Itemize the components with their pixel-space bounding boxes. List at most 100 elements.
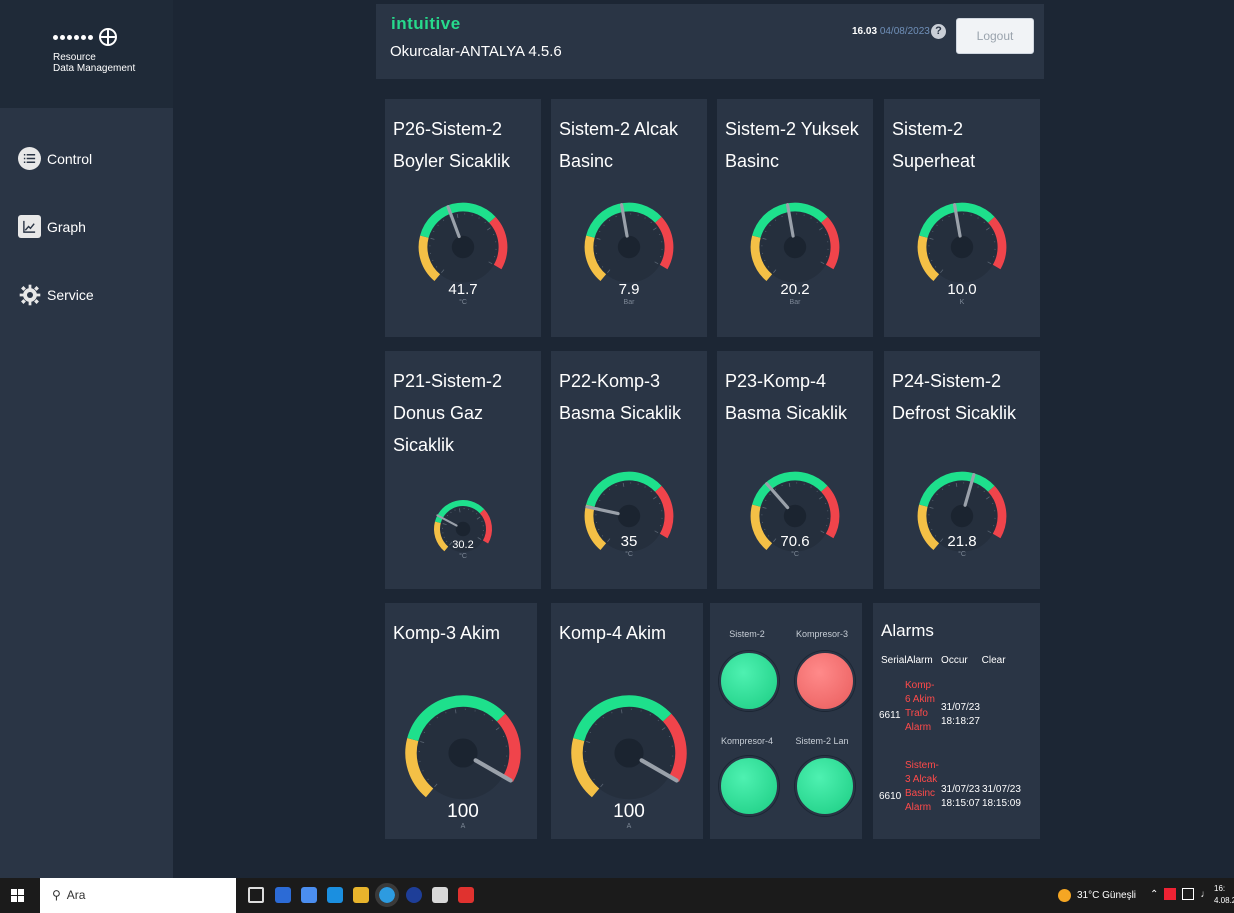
tray-app-icon[interactable] [1164, 888, 1177, 900]
gauge-tick [603, 224, 605, 226]
gauge-tick [816, 490, 818, 493]
gauge-unit: Bar [789, 299, 801, 306]
sidebar-item-label: Control [47, 150, 93, 167]
logout-button[interactable]: Logout [956, 18, 1034, 54]
gauge-tick [936, 224, 938, 226]
header: intuitive Okurcalar-ANTALYA 4.5.6 16.03 … [376, 4, 1044, 79]
gauge-tick [602, 716, 604, 719]
gauge-tick [608, 219, 611, 221]
gauge-tick [769, 224, 771, 226]
gauge-card: Sistem-2 Yuksek Basinc 20.2 Bar [717, 99, 873, 337]
gauge-unit: A [460, 823, 466, 830]
gauge-tick [767, 266, 770, 268]
gauge-tick [437, 224, 439, 226]
alarm-clear: 31/07/23 18:15:09 [982, 784, 1021, 809]
gauge-tick [816, 221, 818, 224]
header-date: 04/08/2023 [879, 26, 930, 37]
logo-line1: Resource [53, 52, 96, 63]
system-clock[interactable]: 16: 4.08.2 [1214, 883, 1234, 907]
gauge-tick [593, 778, 595, 780]
sidebar-item-control[interactable]: Control [18, 147, 92, 170]
list-icon [18, 147, 41, 170]
search-icon: ⚲ [52, 888, 61, 902]
gauge-card: P26-Sistem-2 Boyler Sicaklik 41.7 °C [385, 99, 541, 337]
alarms-card: Alarms SerialAlarm Occur Clear 6611 Komp… [873, 603, 1040, 839]
app-anydesk-icon[interactable] [458, 887, 474, 903]
chevron-up-icon[interactable]: ⌃ [1150, 889, 1158, 900]
gauge-value: 35 [620, 533, 638, 550]
header-time: 16.03 [852, 26, 878, 37]
gauge-tick [427, 778, 429, 780]
file-explorer-icon[interactable] [353, 887, 369, 903]
sidebar-item-label: Graph [47, 218, 86, 235]
alarm-row[interactable]: 6611 Komp-6 Akim Trafo Alarm 31/07/23 18… [879, 677, 1039, 751]
gauge-value: 20.2 [780, 281, 810, 298]
logo: Resource Data Management [0, 0, 173, 108]
gauge-value: 70.6 [780, 533, 810, 550]
gauge-tick [603, 493, 605, 495]
app-store-icon[interactable] [301, 887, 317, 903]
gauge-hub [448, 738, 478, 768]
alarm-serial: 6610 [879, 791, 902, 802]
gauge-tick [650, 221, 652, 224]
status-light-kompresor-3 [795, 651, 855, 711]
gauge-tick [983, 490, 985, 493]
gauge-value: 100 [447, 801, 479, 822]
gauge-hub [455, 521, 471, 537]
gauge-tick [769, 493, 771, 495]
taskbar-search-placeholder: Ara [66, 888, 86, 902]
help-icon[interactable]: ? [931, 24, 946, 39]
gauge-tick [450, 511, 452, 514]
gauge-unit: °C [958, 551, 966, 558]
gauge-tick [936, 493, 938, 495]
sidebar: Resource Data Management Control Graph S… [0, 0, 173, 878]
gauge-unit: °C [459, 299, 467, 306]
gauge-card: Sistem-2 Superheat 10.0 K [884, 99, 1040, 337]
gauge-hub [950, 504, 974, 528]
site-name: Okurcalar-ANTALYA 4.5.6 [390, 43, 562, 60]
gauge-tick [429, 723, 431, 725]
status-label-sistem-2: Sistem-2 [729, 629, 765, 639]
gauge-unit: A [626, 823, 632, 830]
windows-start-icon[interactable] [11, 889, 25, 903]
gauge-tick [442, 219, 445, 221]
gauge-card: P24-Sistem-2 Defrost Sicaklik 21.8 °C [884, 351, 1040, 589]
alarm-occur: 31/07/23 18:18:27 [941, 702, 980, 727]
volume-icon[interactable]: ♩ [1200, 889, 1210, 900]
gauge-card: Komp-3 Akim 100 A [385, 603, 537, 839]
gauge-tick [446, 514, 449, 517]
gauge-tick [601, 266, 604, 268]
gauge-tick [657, 719, 659, 722]
app-icon[interactable] [406, 887, 422, 903]
task-view-icon[interactable] [248, 887, 264, 903]
edge-browser-icon[interactable] [375, 883, 399, 907]
taskbar-search-input[interactable]: ⚲ Ara [40, 878, 236, 913]
system-tray: ⌃ ♩ [1150, 888, 1210, 900]
alarm-serial: 6611 [879, 710, 901, 721]
gauge-hub [950, 235, 974, 259]
sun-icon [1058, 889, 1071, 902]
alarms-col-occur: Occur [941, 655, 968, 666]
system-clock-time: 16: [1214, 884, 1226, 893]
gauge-value: 21.8 [947, 533, 977, 550]
status-light-sistem-2 [719, 651, 779, 711]
gauge-tick [983, 221, 985, 224]
status-label-kompresor-3: Kompresor-3 [795, 629, 849, 639]
sidebar-item-graph[interactable]: Graph [18, 215, 86, 238]
network-icon[interactable] [1182, 888, 1195, 900]
app-vs-icon[interactable] [275, 887, 291, 903]
alarms-col-clear: Clear [981, 655, 1006, 666]
chart-icon [18, 215, 41, 238]
mail-icon[interactable] [327, 887, 343, 903]
alarm-row[interactable]: 6610 Sistem-3 Alcak Basinc Alarm 31/07/2… [879, 753, 1039, 839]
alarms-col-alarm: Alarm [906, 655, 933, 666]
logo-line2: Data Management [53, 63, 136, 74]
alarm-name: Sistem-3 Alcak Basinc Alarm [905, 760, 939, 813]
gauge-value: 100 [613, 801, 645, 822]
sidebar-item-service[interactable]: Service [18, 283, 94, 306]
app-user-icon[interactable] [432, 887, 448, 903]
gauge-unit: °C [459, 553, 467, 560]
gauge-unit: °C [791, 551, 799, 558]
gauge-tick [941, 488, 944, 490]
weather-widget[interactable]: 31°C Güneşli [1058, 889, 1136, 902]
